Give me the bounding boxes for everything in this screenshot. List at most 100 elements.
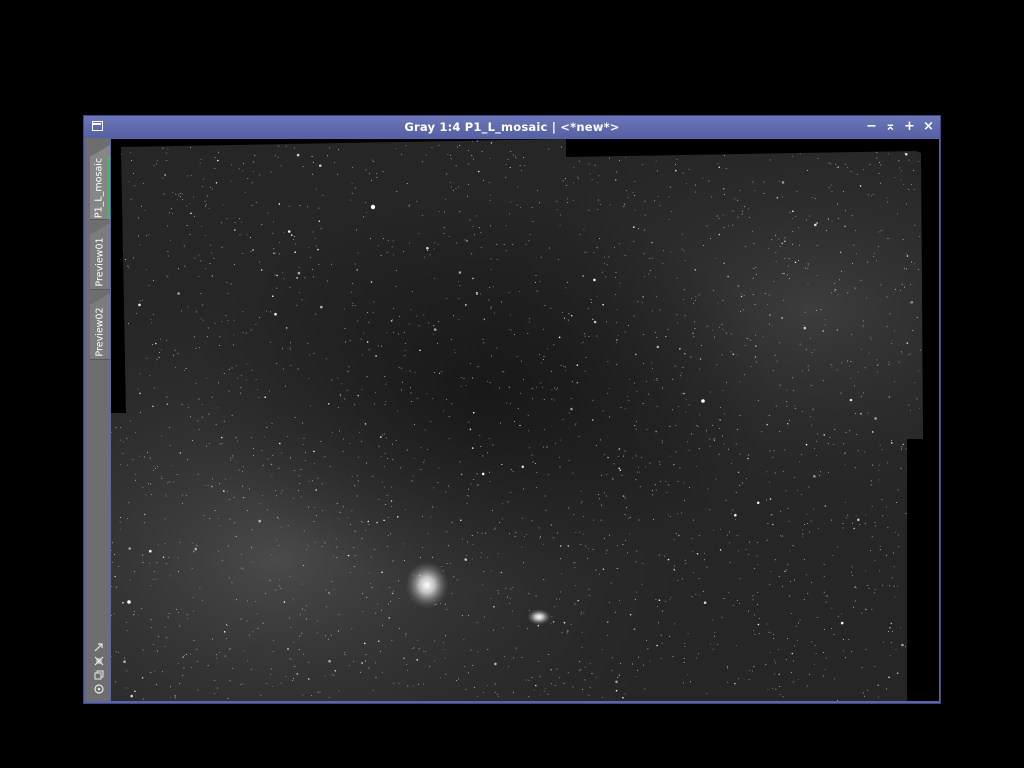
star [508, 328, 510, 330]
star [779, 245, 781, 247]
maximize-icon[interactable]: + [904, 119, 915, 135]
star [695, 593, 697, 595]
star [141, 677, 144, 679]
star [844, 452, 846, 454]
star [384, 376, 386, 378]
star [713, 440, 715, 441]
star [375, 677, 377, 678]
star [296, 153, 300, 157]
screen-transfer-icon[interactable] [93, 655, 105, 667]
star [730, 463, 732, 465]
star [426, 449, 428, 451]
star [816, 222, 818, 224]
star [251, 204, 253, 206]
star [604, 454, 606, 456]
star [251, 668, 253, 670]
star [901, 170, 903, 172]
window-title-bar[interactable]: Gray 1:4 P1_L_mosaic | <*new*> − ⌅ + × [84, 116, 940, 138]
star [221, 436, 223, 439]
zoom-to-fit-icon[interactable] [93, 641, 105, 653]
star [358, 431, 360, 433]
star [706, 566, 708, 568]
star [137, 388, 139, 390]
star [398, 333, 399, 335]
star [230, 283, 232, 285]
star [876, 260, 878, 262]
star [273, 248, 275, 250]
star [799, 343, 801, 345]
star [270, 143, 272, 144]
star [649, 660, 651, 662]
star [169, 481, 171, 483]
star [404, 343, 406, 345]
star [389, 600, 391, 602]
star [478, 227, 480, 229]
star [822, 380, 824, 382]
star [218, 550, 220, 552]
star [756, 501, 760, 505]
star [509, 166, 511, 168]
star [588, 163, 590, 165]
star [312, 268, 313, 270]
star [794, 645, 795, 647]
star [725, 168, 727, 170]
star [854, 600, 856, 602]
close-icon[interactable]: × [923, 119, 934, 135]
star [878, 696, 880, 698]
tab-preview01[interactable]: Preview01 [90, 223, 110, 290]
tab-preview02[interactable]: Preview02 [90, 293, 110, 360]
star [580, 490, 582, 492]
star [938, 574, 939, 575]
image-window[interactable]: Gray 1:4 P1_L_mosaic | <*new*> − ⌅ + × P… [83, 115, 941, 704]
star [646, 429, 648, 431]
shade-icon[interactable]: ⌅ [885, 119, 896, 135]
star [300, 469, 302, 470]
star [769, 159, 771, 161]
display-mode-icon[interactable] [93, 683, 105, 695]
star [162, 177, 164, 179]
star [913, 170, 915, 172]
tab-main-view[interactable]: P1_L_mosaic [90, 145, 110, 220]
star [693, 519, 694, 521]
star [882, 515, 884, 517]
star [593, 320, 597, 324]
star [712, 648, 714, 650]
star [888, 396, 891, 398]
star [684, 646, 686, 648]
star [433, 325, 435, 327]
star [738, 678, 739, 680]
star [411, 291, 413, 292]
star [702, 177, 704, 179]
star [752, 277, 754, 279]
star [467, 195, 468, 197]
star [378, 445, 380, 447]
image-canvas[interactable] [111, 139, 939, 701]
star [786, 274, 788, 276]
star [123, 660, 126, 663]
star [756, 591, 758, 593]
star [824, 324, 826, 326]
star [377, 603, 379, 605]
star [476, 140, 479, 142]
star [837, 699, 839, 701]
star [539, 537, 541, 539]
bright-star [370, 204, 376, 210]
star [312, 173, 314, 175]
star [493, 529, 495, 531]
star [223, 631, 226, 633]
star [784, 258, 786, 259]
star [185, 368, 187, 369]
star [769, 651, 771, 653]
star [246, 234, 248, 236]
star [620, 662, 622, 664]
star [314, 506, 315, 508]
minimize-icon[interactable]: − [866, 119, 877, 135]
star [623, 146, 625, 148]
star [578, 660, 580, 662]
star [611, 657, 613, 659]
star [516, 356, 518, 358]
star [498, 387, 500, 389]
copy-icon[interactable] [93, 669, 105, 681]
star [132, 257, 134, 259]
star [773, 280, 775, 282]
